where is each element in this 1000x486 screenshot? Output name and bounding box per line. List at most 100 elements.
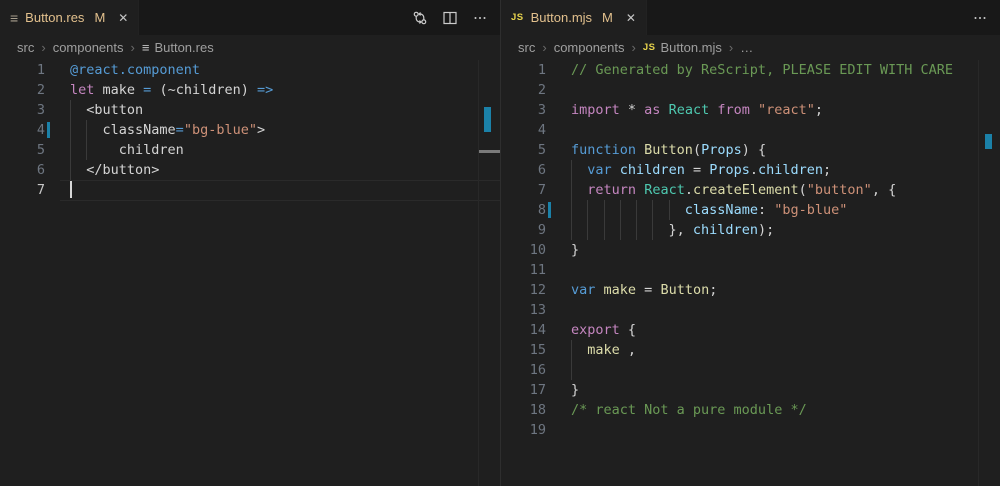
breadcrumb-label: components — [53, 40, 124, 55]
code-token: var — [587, 162, 611, 178]
indent-guide — [70, 100, 71, 120]
code-line[interactable]: 6 var children = Props.children; — [501, 160, 1000, 180]
code-line[interactable]: 2let make = (~children) => — [0, 80, 500, 100]
code-line[interactable]: 3import * as React from "react"; — [501, 100, 1000, 120]
line-number: 15 — [501, 340, 546, 360]
more-actions-button[interactable] — [472, 10, 488, 26]
code-token — [571, 342, 587, 358]
code-token: "bg-blue" — [774, 202, 847, 218]
code-token — [750, 102, 758, 118]
line-number: 16 — [501, 360, 546, 380]
code-token: . — [750, 162, 758, 178]
code-token: } — [571, 242, 579, 258]
overview-ruler[interactable] — [478, 60, 500, 486]
code-token: /* react Not a pure module */ — [571, 402, 807, 418]
tab-label: Button.mjs — [531, 10, 592, 25]
line-number: 3 — [501, 100, 546, 120]
code-line[interactable]: 6 </button> — [0, 160, 500, 180]
code-lines: 1// Generated by ReScript, PLEASE EDIT W… — [501, 60, 1000, 440]
breadcrumb-item[interactable]: JSButton.mjs — [643, 40, 722, 55]
indent-guide — [86, 140, 87, 160]
code-line[interactable]: 12var make = Button; — [501, 280, 1000, 300]
tab-bar-right: JS Button.mjs M ✕ — [501, 0, 1000, 35]
code-line[interactable]: 5 children — [0, 140, 500, 160]
breadcrumb-item[interactable]: src — [518, 40, 535, 55]
code-line[interactable]: 5function Button(Props) { — [501, 140, 1000, 160]
code-line[interactable]: 1// Generated by ReScript, PLEASE EDIT W… — [501, 60, 1000, 80]
breadcrumb-label: src — [518, 40, 535, 55]
code-token: = — [685, 162, 709, 178]
code-line[interactable]: 14export { — [501, 320, 1000, 340]
tab-button-res[interactable]: ≡ Button.res M ✕ — [0, 0, 139, 35]
line-number: 18 — [501, 400, 546, 420]
code-line[interactable]: 19 — [501, 420, 1000, 440]
indent-guide — [571, 180, 572, 200]
indent-guide — [571, 340, 572, 360]
line-number: 1 — [0, 60, 45, 80]
breadcrumb-item[interactable]: src — [17, 40, 34, 55]
code-line[interactable]: 3 <button — [0, 100, 500, 120]
code-line[interactable]: 15 make , — [501, 340, 1000, 360]
code-token: React — [644, 182, 685, 198]
breadcrumb-item[interactable]: components — [554, 40, 625, 55]
code-line[interactable]: 10} — [501, 240, 1000, 260]
split-editor-icon — [442, 10, 458, 26]
tab-label: Button.res — [25, 10, 84, 25]
code-line[interactable]: 13 — [501, 300, 1000, 320]
open-changes-button[interactable] — [412, 10, 428, 26]
indent-guide — [604, 220, 605, 240]
indent-guide — [652, 220, 653, 240]
chevron-right-icon: › — [632, 40, 636, 55]
breadcrumb-item[interactable]: … — [740, 40, 753, 55]
code-token: as — [644, 102, 660, 118]
indent-guide — [587, 200, 588, 220]
code-token — [595, 282, 603, 298]
code-token: @react.component — [70, 62, 200, 78]
line-number: 5 — [501, 140, 546, 160]
code-line[interactable]: 9 }, children); — [501, 220, 1000, 240]
tab-button-mjs[interactable]: JS Button.mjs M ✕ — [501, 0, 647, 35]
code-line[interactable]: 1 @react.component — [0, 60, 500, 80]
breadcrumb-label: components — [554, 40, 625, 55]
chevron-right-icon: › — [41, 40, 45, 55]
code-token: * — [620, 102, 644, 118]
code-token: make — [94, 82, 143, 98]
breadcrumb-label: Button.res — [154, 40, 213, 55]
code-line[interactable]: 17} — [501, 380, 1000, 400]
line-number: 6 — [0, 160, 45, 180]
breadcrumb-item[interactable]: ≡Button.res — [142, 40, 214, 55]
code-line[interactable]: 7 return React.createElement("button", { — [501, 180, 1000, 200]
line-number: 9 — [501, 220, 546, 240]
indent-guide — [70, 140, 71, 160]
line-number: 12 — [501, 280, 546, 300]
code-line[interactable]: 7 — [0, 180, 500, 200]
code-line[interactable]: 4 className="bg-blue"> — [0, 120, 500, 140]
code-line[interactable]: 16 — [501, 360, 1000, 380]
code-editor[interactable]: 1// Generated by ReScript, PLEASE EDIT W… — [501, 60, 1000, 486]
code-token: ); — [758, 222, 774, 238]
code-line[interactable]: 11 — [501, 260, 1000, 280]
more-actions-button[interactable] — [972, 10, 988, 26]
indent-guide — [620, 200, 621, 220]
line-number: 11 — [501, 260, 546, 280]
code-line[interactable]: 4 — [501, 120, 1000, 140]
code-token: children — [693, 222, 758, 238]
code-line[interactable]: 8 className: "bg-blue" — [501, 200, 1000, 220]
code-token: return — [587, 182, 636, 198]
code-line[interactable]: 2 — [501, 80, 1000, 100]
overview-ruler[interactable] — [978, 60, 1000, 486]
code-token: import — [571, 102, 620, 118]
code-token: "button" — [807, 182, 872, 198]
code-editor[interactable]: 1 @react.component 2let make = (~children)… — [0, 60, 500, 486]
code-token: let — [70, 82, 94, 98]
code-token: , — [620, 342, 636, 358]
line-number: 10 — [501, 240, 546, 260]
split-editor-button[interactable] — [442, 10, 458, 26]
close-icon[interactable]: ✕ — [626, 11, 636, 25]
code-line[interactable]: 18 /* react Not a pure module */ — [501, 400, 1000, 420]
breadcrumb-label: Button.mjs — [660, 40, 721, 55]
breadcrumb-item[interactable]: components — [53, 40, 124, 55]
close-icon[interactable]: ✕ — [118, 11, 128, 25]
code-token — [636, 182, 644, 198]
code-token: > — [257, 122, 265, 138]
